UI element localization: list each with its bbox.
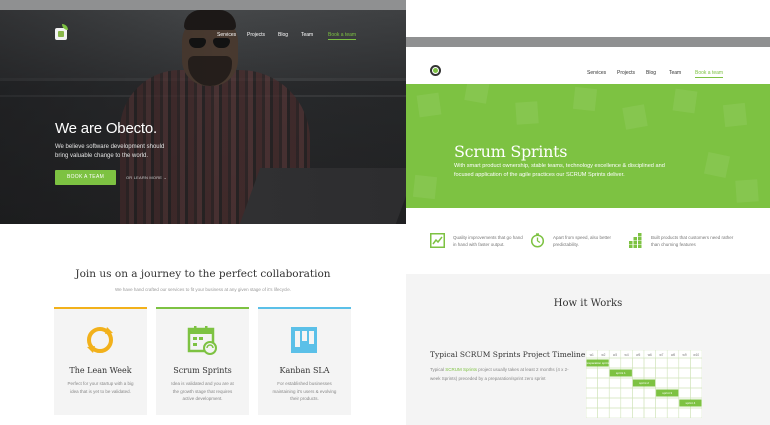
timeline-column-label: w5: [636, 353, 640, 357]
timeline-title: Typical SCRUM Sprints Project Timeline: [430, 350, 586, 359]
hero-section: Services Projects Blog Team Book a team …: [0, 0, 406, 224]
sticky-note-decoration: [464, 84, 490, 104]
scrum-hero-title: Scrum Sprints: [454, 142, 568, 161]
card-accent-bar: [156, 307, 249, 309]
how-it-works-section: How it Works Typical SCRUM Sprints Proje…: [406, 274, 770, 425]
card-text: Idea is validated and you are at the gro…: [171, 381, 234, 401]
timeline-column-label: w3: [613, 353, 617, 357]
sticky-note-decoration: [722, 102, 748, 128]
services-section-subtitle: We have hand crafted our services to fit…: [114, 287, 292, 292]
blocks-icon: [629, 233, 642, 248]
sprint-timeline-chart: w1 w2 w3 w4 w5 w6 w7 w8 w9 w10 preparation sprint s…: [586, 350, 702, 418]
timeline-description: Typical SCRUM Sprints project usually ta…: [430, 366, 570, 383]
nav-item-services[interactable]: Services: [217, 32, 236, 38]
stopwatch-icon: [530, 233, 545, 248]
nav-book-team-link[interactable]: Book a team: [695, 70, 724, 78]
feature-quality: Quality improvements that go hand in han…: [430, 232, 530, 252]
sticky-note-decoration: [412, 174, 438, 200]
sprint-bar-label: preparation sprint: [586, 361, 609, 365]
chevron-down-icon: ⌄: [163, 175, 168, 180]
timeline-column-label: w10: [693, 353, 699, 357]
how-it-works-title: How it Works: [553, 298, 623, 309]
hero-subtitle: We believe software development should b…: [55, 144, 165, 159]
feature-text: Built products that customers need rathe…: [651, 235, 734, 248]
card-accent-bar: [258, 307, 351, 309]
nav-item-projects[interactable]: Projects: [247, 32, 265, 38]
sticky-note-decoration: [735, 179, 759, 203]
browser-top-bar: [0, 0, 406, 10]
card-text: Perfect for your startup with a big idea…: [67, 381, 134, 394]
browser-top-bar: [406, 37, 770, 47]
service-card-lean-week[interactable]: The Lean Week Perfect for your startup w…: [54, 307, 147, 415]
sprint-bar-label: sprint 3: [662, 391, 672, 395]
sticky-note-decoration: [515, 101, 539, 125]
feature-text: Quality improvements that go hand in han…: [453, 235, 523, 248]
book-a-team-button[interactable]: BOOK A TEAM: [55, 170, 116, 185]
service-card-kanban-sla[interactable]: Kanban SLA For established businesses ma…: [258, 307, 351, 415]
sticky-note-decoration: [572, 86, 598, 112]
card-accent-bar: [54, 307, 147, 309]
sprint-bar-label: sprint 2: [639, 381, 649, 385]
service-card-scrum-sprints[interactable]: Scrum Sprints Idea is validated and you …: [156, 307, 249, 415]
hero-title: We are Obecto.: [55, 120, 157, 137]
nav-item-blog[interactable]: Blog: [278, 32, 288, 38]
left-page-screenshot: Services Projects Blog Team Book a team …: [0, 0, 406, 425]
card-title: The Lean Week: [69, 366, 132, 375]
scrum-hero-subtitle: With smart product ownership, stable tea…: [454, 163, 665, 178]
sticky-note-decoration: [703, 151, 731, 179]
nav-item-projects[interactable]: Projects: [617, 70, 635, 76]
timeline-column-label: w8: [671, 353, 675, 357]
learn-more-label: OR LEARN MORE: [126, 175, 163, 180]
timeline-text-prefix: Typical: [430, 367, 446, 372]
kanban-board-icon: [291, 327, 317, 353]
timeline-column-label: w6: [648, 353, 652, 357]
sticky-note-decoration: [416, 92, 442, 118]
card-title: Scrum Sprints: [173, 366, 232, 375]
sticky-note-decoration: [672, 88, 698, 114]
feature-predictability: Apart from speed, also better predictabi…: [530, 232, 630, 252]
timeline-column-label: w9: [683, 353, 687, 357]
obecto-logo-icon[interactable]: [55, 28, 67, 40]
card-text: For established businesses maintaining i…: [272, 381, 337, 401]
feature-text: Apart from speed, also better predictabi…: [553, 235, 612, 248]
nav-item-team[interactable]: Team: [669, 70, 681, 76]
nav-book-team-link[interactable]: Book a team: [328, 32, 357, 40]
nav-item-blog[interactable]: Blog: [646, 70, 656, 76]
sprint-bar-label: sprint 4: [685, 401, 695, 405]
scrum-sprints-link[interactable]: SCRUM Sprints: [445, 367, 477, 372]
calendar-sync-icon: [187, 326, 217, 355]
timeline-column-label: w7: [659, 353, 663, 357]
services-section-title: Join us on a journey to the perfect coll…: [75, 268, 331, 280]
nav-item-services[interactable]: Services: [587, 70, 606, 76]
sticky-note-decoration: [622, 104, 648, 130]
feature-products: Built products that customers need rathe…: [628, 232, 748, 252]
right-page-screenshot: Services Projects Blog Team Book a team …: [406, 0, 770, 425]
timeline-column-label: w1: [590, 353, 594, 357]
trend-chart-icon: [430, 233, 445, 248]
timeline-column-label: w2: [601, 353, 605, 357]
learn-more-link[interactable]: OR LEARN MORE ⌄: [126, 175, 167, 180]
scrum-hero-section: Scrum Sprints With smart product ownersh…: [406, 84, 770, 208]
sprint-bar-label: sprint 1: [616, 371, 626, 375]
cycle-arrows-icon: [87, 327, 113, 353]
nav-item-team[interactable]: Team: [301, 32, 313, 38]
obecto-logo-icon[interactable]: [430, 65, 441, 76]
card-title: Kanban SLA: [279, 366, 330, 375]
timeline-column-label: w4: [625, 353, 629, 357]
